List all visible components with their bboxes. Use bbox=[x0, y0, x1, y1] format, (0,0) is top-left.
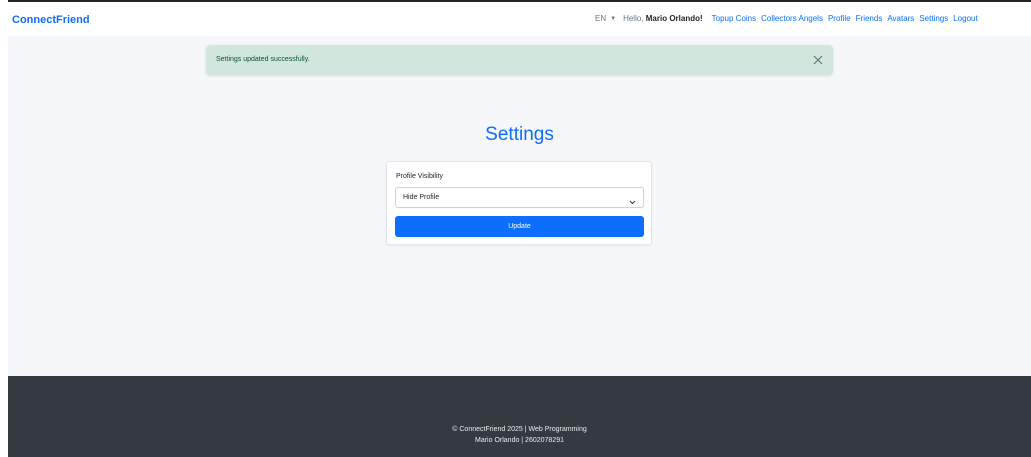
nav-link-friends[interactable]: Friends bbox=[856, 14, 883, 23]
settings-card: Profile Visibility Hide Profile Update bbox=[386, 161, 652, 245]
language-label: EN bbox=[595, 14, 607, 23]
footer-author: Mario Orlando | 2602078291 bbox=[475, 437, 564, 444]
greeting-prefix: Hello, bbox=[623, 14, 646, 23]
brand-logo[interactable]: ConnectFriend bbox=[12, 14, 90, 26]
navbar: ConnectFriend EN ▼ Hello, Mario Orlando!… bbox=[8, 0, 1031, 36]
nav-link-profile[interactable]: Profile bbox=[828, 14, 851, 23]
success-alert: Settings updated successfully. bbox=[206, 45, 833, 75]
page-title: Settings bbox=[485, 124, 554, 145]
update-button[interactable]: Update bbox=[395, 216, 644, 237]
footer: © ConnectFriend 2025 | Web Programming M… bbox=[8, 376, 1031, 457]
user-name: Mario Orlando! bbox=[645, 14, 703, 23]
chevron-down-icon bbox=[628, 194, 637, 205]
nav-link-avatars[interactable]: Avatars bbox=[887, 14, 914, 23]
language-dropdown[interactable]: EN ▼ bbox=[595, 14, 616, 23]
nav-link-topup-coins[interactable]: Topup Coins bbox=[712, 14, 756, 23]
selected-option: Hide Profile bbox=[403, 194, 440, 201]
navbar-right: EN ▼ Hello, Mario Orlando! Topup Coins C… bbox=[595, 14, 978, 23]
nav-link-logout[interactable]: Logout bbox=[953, 14, 977, 23]
profile-visibility-select[interactable]: Hide Profile bbox=[395, 187, 644, 208]
nav-link-collectors-angels[interactable]: Collectors Angels bbox=[761, 14, 823, 23]
page-frame: ConnectFriend EN ▼ Hello, Mario Orlando!… bbox=[8, 0, 1031, 457]
caret-down-icon: ▼ bbox=[610, 15, 617, 22]
profile-visibility-label: Profile Visibility bbox=[396, 173, 443, 180]
close-icon[interactable] bbox=[811, 53, 825, 67]
nav-link-settings[interactable]: Settings bbox=[919, 14, 948, 23]
user-greeting: Hello, Mario Orlando! bbox=[623, 14, 703, 23]
alert-message: Settings updated successfully. bbox=[216, 56, 310, 63]
footer-copyright: © ConnectFriend 2025 | Web Programming bbox=[452, 426, 587, 433]
